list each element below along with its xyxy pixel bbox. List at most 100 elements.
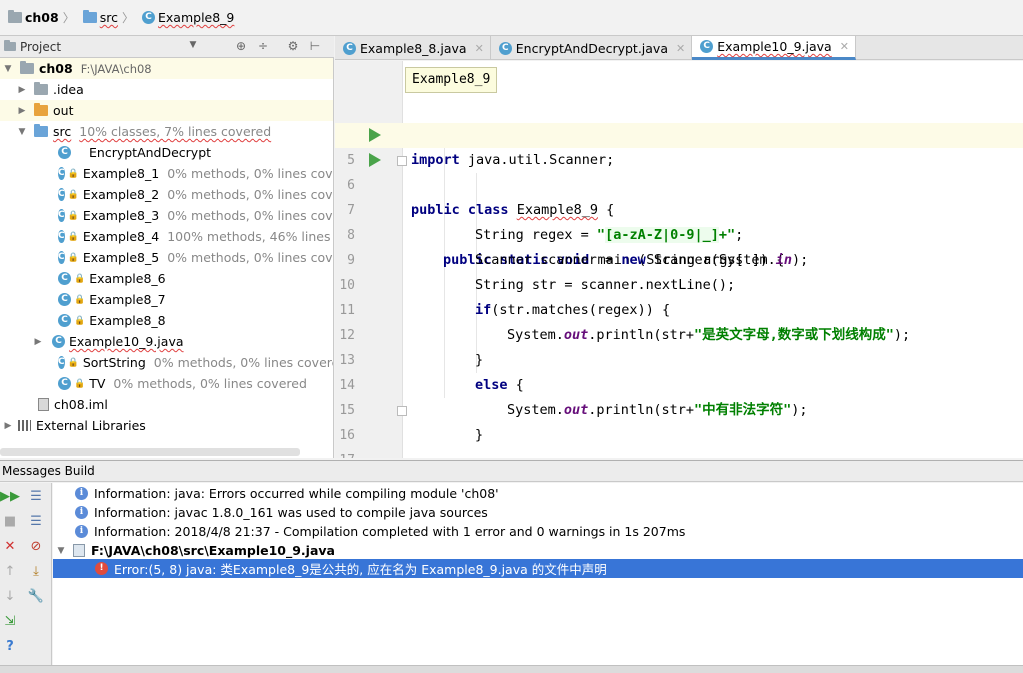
- hide-panel-icon[interactable]: ⊢: [306, 39, 324, 53]
- chevron-right-icon: 〉: [121, 11, 134, 25]
- run-icon[interactable]: [369, 128, 381, 142]
- expand-all-icon[interactable]: ☰: [26, 487, 46, 507]
- class-icon: C: [498, 41, 512, 55]
- tree-item-example8-8[interactable]: C 🔒 Example8_8: [0, 310, 333, 331]
- module-folder-icon: [20, 61, 34, 74]
- close-icon[interactable]: ✕: [676, 42, 685, 55]
- gear-icon[interactable]: ⚙: [284, 39, 302, 53]
- class-breadcrumb-popup[interactable]: Example8_9: [405, 67, 498, 93]
- class-icon: C: [142, 11, 155, 24]
- message-row[interactable]: i Information: java: Errors occurred whi…: [53, 484, 1023, 503]
- tree-item-example8-5[interactable]: C🔒 Example8_5 0% methods, 0% lines cover…: [0, 247, 333, 268]
- export-icon[interactable]: ⤓: [26, 562, 46, 582]
- lock-icon: 🔒: [67, 252, 79, 263]
- code-line: 12 }: [339, 328, 484, 368]
- messages-panel-header: Messages Build: [0, 460, 1023, 482]
- fold-marker-icon[interactable]: [397, 156, 407, 166]
- run-icon[interactable]: [369, 153, 381, 167]
- tree-item-sortstring[interactable]: C 🔒 SortString 0% methods, 0% lines cover…: [0, 352, 333, 373]
- chevron-down-icon[interactable]: ▼: [184, 40, 202, 50]
- runnable-class-icon: C: [58, 251, 65, 264]
- output-folder-icon: [34, 103, 48, 116]
- fold-marker-icon[interactable]: [397, 406, 407, 416]
- lock-icon: 🔒: [67, 168, 79, 179]
- source-folder-icon: [34, 124, 48, 137]
- lock-icon: 🔒: [74, 273, 86, 284]
- collapse-all-icon[interactable]: ÷: [254, 39, 272, 53]
- tree-item-example8-1[interactable]: C🔒 Example8_1 0% methods, 0% lines cover…: [0, 163, 333, 184]
- export-to-file-icon[interactable]: ⇲: [0, 612, 20, 632]
- arrow-down-icon[interactable]: ↓: [0, 587, 20, 607]
- tree-item-encryptanddecrypt[interactable]: C EncryptAndDecrypt: [0, 142, 333, 163]
- close-icon[interactable]: ✕: [840, 40, 849, 53]
- collapse-all-icon[interactable]: ☰: [26, 512, 46, 532]
- info-icon: i: [75, 506, 88, 519]
- tree-item-ch08[interactable]: ▼ ch08 F:\JAVA\ch08: [0, 58, 333, 79]
- breadcrumb-folder[interactable]: src 〉: [79, 6, 138, 30]
- tree-item-example8-3[interactable]: C🔒 Example8_3 0% methods, 0% lines cover…: [0, 205, 333, 226]
- lock-icon: 🔒: [74, 294, 86, 305]
- message-error-row[interactable]: ! Error:(5, 8) java: 类Example8_9是公共的, 应在…: [53, 559, 1023, 578]
- runnable-class-icon: C: [58, 293, 71, 306]
- code-line-current: 5 public class Example8_9 {: [335, 123, 1023, 218]
- tree-item-external-libraries[interactable]: ▶ External Libraries: [0, 415, 333, 436]
- tree-item-out[interactable]: ▶ out: [0, 100, 333, 121]
- tree-item-example10-9[interactable]: ▶ C Example10_9.java: [0, 331, 333, 352]
- tree-item-ch08-iml[interactable]: ch08.iml: [0, 394, 333, 415]
- rerun-icon[interactable]: ▶▶: [0, 487, 20, 507]
- navigation-bar: ch08 〉 src 〉 C Example8_9: [0, 0, 1023, 36]
- tree-item-example8-4[interactable]: C🔒 Example8_4 100% methods, 46% lines co…: [0, 226, 333, 247]
- code-line: 17 }: [335, 423, 1023, 458]
- runnable-class-icon: C: [58, 167, 65, 180]
- expand-arrow-icon[interactable]: ▶: [16, 106, 28, 116]
- stop-icon[interactable]: ■: [0, 512, 20, 532]
- tree-item-tv[interactable]: C 🔒 TV 0% methods, 0% lines covered: [0, 373, 333, 394]
- expand-arrow-icon[interactable]: ▼: [2, 64, 14, 74]
- runnable-class-icon: C: [58, 209, 65, 222]
- lock-icon: 🔒: [67, 189, 79, 200]
- expand-arrow-icon[interactable]: ▶: [2, 421, 14, 431]
- runnable-class-icon: C: [58, 230, 65, 243]
- runnable-class-icon: C: [58, 377, 71, 390]
- wrench-icon[interactable]: 🔧: [26, 587, 46, 607]
- project-panel-header: Project ▼ ⊕ ÷ ⚙ ⊢: [0, 36, 334, 58]
- project-tree: ▼ ch08 F:\JAVA\ch08 ▶ .idea ▶ out ▼ src …: [0, 58, 334, 458]
- tab-encryptanddecrypt[interactable]: C EncryptAndDecrypt.java ✕: [491, 36, 693, 60]
- project-view-selector[interactable]: Project: [4, 40, 61, 54]
- expand-arrow-icon[interactable]: ▶: [32, 337, 44, 347]
- runnable-class-icon: C: [58, 188, 65, 201]
- breadcrumb-file[interactable]: C Example8_9: [138, 6, 238, 30]
- tree-item-example8-6[interactable]: C 🔒 Example8_6: [0, 268, 333, 289]
- expand-arrow-icon[interactable]: ▼: [55, 546, 67, 556]
- arrow-up-icon[interactable]: ↑: [0, 562, 20, 582]
- message-row[interactable]: i Information: 2018/4/8 21:37 - Compilat…: [53, 522, 1023, 541]
- breadcrumb-project[interactable]: ch08 〉: [4, 6, 79, 30]
- filter-errors-icon[interactable]: ⊘: [26, 537, 46, 557]
- code-line: 8 Scanner scanner = new Scanner(System.i…: [347, 228, 809, 268]
- message-row[interactable]: i Information: javac 1.8.0_161 was used …: [53, 503, 1023, 522]
- tree-item-example8-7[interactable]: C 🔒 Example8_7: [0, 289, 333, 310]
- info-icon: i: [75, 525, 88, 538]
- code-editor[interactable]: Example8_9 4 import java.util.Scanner; 5…: [335, 61, 1023, 458]
- tree-item-example8-2[interactable]: C🔒 Example8_2 0% methods, 0% lines cover…: [0, 184, 333, 205]
- tab-example10-9[interactable]: C Example10_9.java ✕: [692, 36, 856, 60]
- close-icon[interactable]: ✕: [475, 42, 484, 55]
- close-icon[interactable]: ✕: [0, 537, 20, 557]
- tree-item-idea[interactable]: ▶ .idea: [0, 79, 333, 100]
- code-line: 6 public static void main (String args[ …: [335, 148, 1023, 268]
- code-line: 16 }: [335, 398, 1023, 443]
- code-line: 10 if(str.matches(regex)) {: [339, 278, 671, 318]
- class-icon: C: [343, 41, 356, 55]
- lock-icon: 🔒: [74, 378, 86, 389]
- help-icon[interactable]: ?: [0, 637, 20, 657]
- horizontal-scrollbar[interactable]: [0, 448, 300, 456]
- folder-icon: [34, 82, 48, 95]
- tree-item-src[interactable]: ▼ src 10% classes, 7% lines covered: [0, 121, 333, 142]
- expand-arrow-icon[interactable]: ▶: [16, 85, 28, 95]
- runnable-class-icon: C: [58, 314, 71, 327]
- code-line: 11 System.out.println(str+"是英文字母,数字或下划线构…: [339, 303, 911, 343]
- scroll-from-source-icon[interactable]: ⊕: [232, 39, 250, 53]
- message-file-row[interactable]: ▼ F:\JAVA\ch08\src\Example10_9.java: [53, 541, 1023, 560]
- tab-example8-8[interactable]: C Example8_8.java ✕: [335, 36, 491, 60]
- expand-arrow-icon[interactable]: ▼: [16, 127, 28, 137]
